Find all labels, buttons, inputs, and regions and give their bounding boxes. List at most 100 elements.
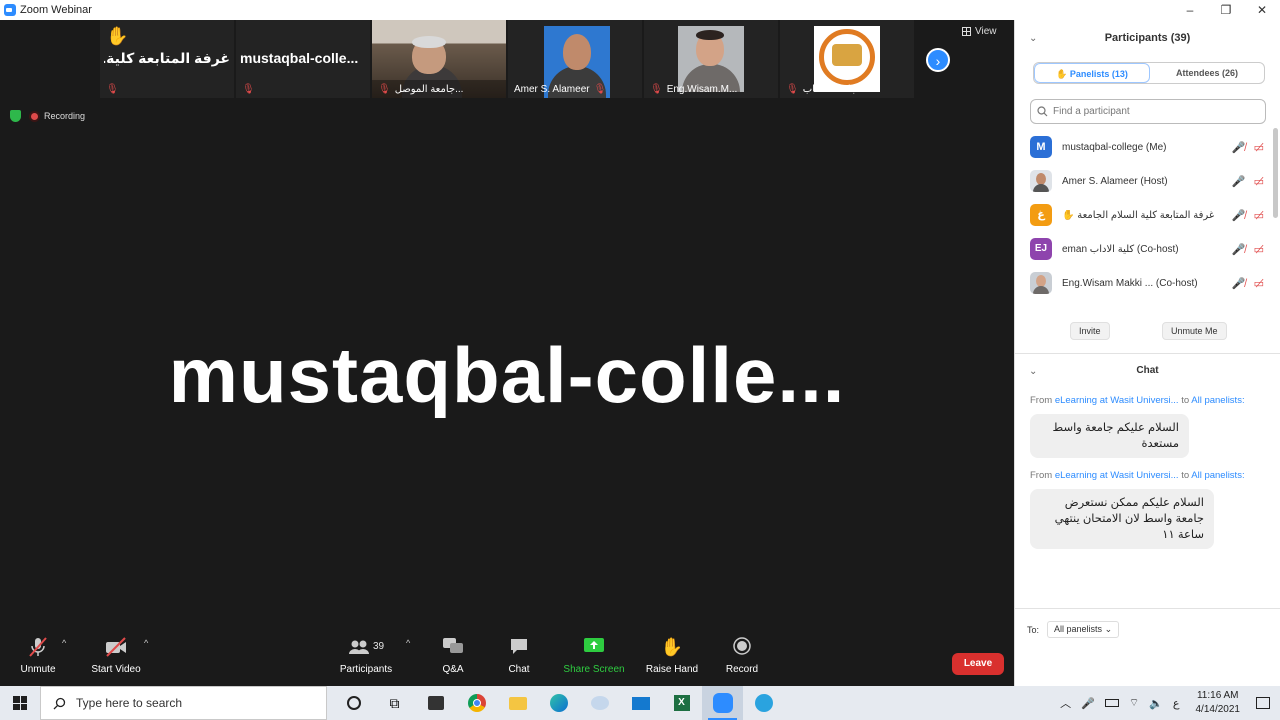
file-explorer-icon[interactable]: [497, 686, 538, 720]
chat-recipient-bar: To: All panelists ⌄: [1027, 621, 1120, 638]
gallery-tile[interactable]: Amer S. Alameer 🎙: [508, 20, 642, 98]
avatar: [1030, 170, 1052, 192]
gallery-strip: ✋ غرفة المتابعة كلية... 🎙 mustaqbal-coll…: [100, 20, 914, 98]
participant-row[interactable]: EJ eman كلية الاداب (Co-host) 🎤̸ ▭̸: [1015, 232, 1280, 266]
avatar: [1030, 272, 1052, 294]
raised-hand-icon: ✋: [1056, 69, 1068, 79]
excel-icon[interactable]: X: [661, 686, 702, 720]
gallery-tile[interactable]: ✋ غرفة المتابعة كلية... 🎙: [100, 20, 234, 98]
participants-title: Participants (39): [1104, 32, 1191, 44]
tab-panelists[interactable]: ✋ Panelists (13): [1034, 63, 1150, 83]
chat-recipient[interactable]: All panelists:: [1191, 395, 1244, 406]
wifi-icon[interactable]: ⌔: [1129, 696, 1139, 710]
raise-hand-button[interactable]: ✋ Raise Hand: [644, 636, 700, 675]
unmute-me-button[interactable]: Unmute Me: [1162, 322, 1227, 340]
windows-taskbar: Type here to search ⧉ X ︿ 🎤 ⌔ 🔈 ع 11:16 …: [0, 686, 1280, 720]
leave-button[interactable]: Leave: [952, 653, 1004, 675]
close-button[interactable]: ✕: [1244, 0, 1280, 20]
raise-hand-icon: ✋: [660, 637, 684, 657]
chat-sender[interactable]: eLearning at Wasit Universi...: [1055, 395, 1179, 406]
chat-message: السلام عليكم ممكن نستعرض جامعة واسط لان …: [1030, 489, 1214, 549]
share-screen-label: Share Screen: [563, 664, 625, 675]
clock-time: 11:16 AM: [1196, 690, 1239, 701]
qa-button[interactable]: Q&A: [436, 636, 470, 675]
edge-icon[interactable]: [538, 686, 579, 720]
chat-input-divider: [1015, 608, 1280, 609]
participant-list-scrollbar[interactable]: [1273, 128, 1278, 218]
muted-mic-icon: 🎤̸: [1231, 141, 1246, 154]
recording-label: Recording: [44, 111, 86, 121]
maximize-button[interactable]: ❐: [1208, 0, 1244, 20]
to-word: to: [1181, 470, 1190, 481]
participant-row[interactable]: M mustaqbal-college (Me) 🎤̸ ▭̸: [1015, 130, 1280, 164]
video-off-icon: ▭̸: [1253, 209, 1264, 222]
volume-icon[interactable]: 🔈: [1149, 697, 1163, 710]
telegram-icon[interactable]: [743, 686, 784, 720]
participant-row[interactable]: [1015, 300, 1280, 306]
invite-button[interactable]: Invite: [1070, 322, 1110, 340]
participant-row[interactable]: Amer S. Alameer (Host) 🎤 ▭̸: [1015, 164, 1280, 198]
chrome-icon[interactable]: [456, 686, 497, 720]
participants-label: Participants: [339, 664, 393, 675]
input-language[interactable]: ع: [1173, 697, 1180, 710]
gallery-tile[interactable]: 🎙 جامعة الموصل...: [372, 20, 506, 98]
cortana-icon[interactable]: [333, 686, 374, 720]
notifications-icon[interactable]: [1256, 697, 1270, 709]
participant-name: غرفة المتابعة كلية السلام الجامعة ✋: [1062, 209, 1215, 221]
chat-recipient[interactable]: All panelists:: [1191, 470, 1244, 481]
start-video-label: Start Video: [91, 664, 141, 675]
chat-sender[interactable]: eLearning at Wasit Universi...: [1055, 470, 1179, 481]
chat-button[interactable]: Chat: [502, 636, 536, 675]
taskbar-search-input[interactable]: Type here to search: [40, 686, 327, 720]
show-hidden-icons-icon[interactable]: ︿: [1060, 695, 1071, 711]
paint-icon[interactable]: [579, 686, 620, 720]
record-button[interactable]: Record: [722, 636, 762, 675]
muted-mic-icon: 🎤̸: [1231, 277, 1246, 290]
muted-mic-icon: 🎙: [378, 83, 391, 95]
chat-recipient-value: All panelists: [1054, 624, 1103, 634]
search-icon: [53, 697, 66, 709]
store-icon[interactable]: [415, 686, 456, 720]
view-label: View: [975, 26, 997, 37]
audio-options-caret[interactable]: ^: [62, 638, 66, 648]
minimize-button[interactable]: –: [1172, 0, 1208, 20]
share-screen-button[interactable]: Share Screen: [562, 636, 626, 675]
tab-attendees[interactable]: Attendees (26): [1150, 63, 1264, 83]
muted-mic-icon: 🎙: [786, 83, 799, 95]
taskbar-apps: ⧉ X: [333, 686, 784, 720]
record-label: Record: [725, 664, 759, 675]
shield-icon: [10, 110, 21, 122]
participant-name: Amer S. Alameer (Host): [1062, 175, 1168, 187]
participants-options-caret[interactable]: ^: [406, 638, 410, 648]
tile-caption: Eng.Wisam.M...: [666, 83, 738, 95]
qa-icon: [436, 636, 470, 658]
start-video-button[interactable]: Start Video: [88, 636, 144, 675]
tab-panelists-label: Panelists (13): [1069, 69, 1128, 79]
start-button[interactable]: [0, 686, 40, 720]
video-options-caret[interactable]: ^: [144, 638, 148, 648]
participant-row[interactable]: Eng.Wisam Makki ... (Co-host) 🎤̸ ▭̸: [1015, 266, 1280, 300]
participants-button[interactable]: 39 Participants: [336, 636, 396, 675]
microphone-icon[interactable]: 🎤: [1081, 697, 1095, 710]
gallery-tile[interactable]: mustaqbal-colle... 🎙: [236, 20, 370, 98]
gallery-next-button[interactable]: ›: [926, 48, 950, 72]
panel-divider: [1015, 353, 1280, 354]
taskbar-clock[interactable]: 11:16 AM 4/14/2021: [1196, 689, 1241, 717]
participant-row[interactable]: غ غرفة المتابعة كلية السلام الجامعة ✋ 🎤̸…: [1015, 198, 1280, 232]
battery-icon[interactable]: [1104, 699, 1119, 707]
zoom-taskbar-icon[interactable]: [702, 686, 743, 720]
gallery-tile[interactable]: 🎙 Eng.Wisam.M...: [644, 20, 778, 98]
side-panel: ⌄ Participants (39) ✋ Panelists (13) Att…: [1014, 20, 1280, 686]
task-view-icon[interactable]: ⧉: [374, 686, 415, 720]
tile-caption: جامعة الموصل...: [394, 83, 464, 95]
view-button[interactable]: View: [962, 26, 997, 37]
raise-hand-label: Raise Hand: [645, 664, 699, 675]
video-off-icon: ▭̸: [1253, 243, 1264, 256]
chat-message-header: From eLearning at Wasit Universi... to A…: [1030, 470, 1245, 481]
unmute-button[interactable]: Unmute: [18, 636, 58, 675]
gallery-tile[interactable]: 🎙 جامعة الكتاب - ...: [780, 20, 914, 98]
from-label: From: [1030, 470, 1053, 481]
participant-search-input[interactable]: Find a participant: [1030, 99, 1266, 124]
mail-icon[interactable]: [620, 686, 661, 720]
chat-recipient-dropdown[interactable]: All panelists ⌄: [1047, 621, 1120, 638]
